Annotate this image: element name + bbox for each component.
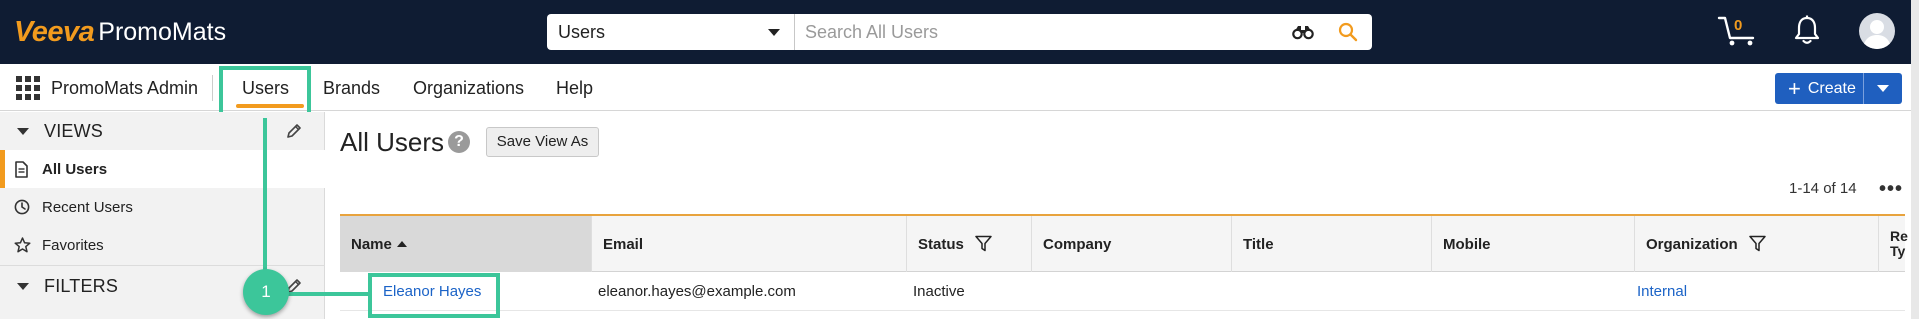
user-status: Inactive <box>913 283 965 300</box>
plus-icon: + <box>1788 75 1801 101</box>
column-header-name[interactable]: Name <box>340 216 592 272</box>
sidebar-item-all-users[interactable]: All Users <box>0 150 325 188</box>
table-row[interactable]: Eleanor Hayes eleanor.hayes@example.com … <box>340 273 1905 311</box>
sidebar-item-favorites[interactable]: Favorites <box>0 226 325 264</box>
save-view-as-button[interactable]: Save View As <box>486 127 599 157</box>
search-scope-value: Users <box>558 21 606 42</box>
sidebar-item-recent-users[interactable]: Recent Users <box>0 188 325 226</box>
column-header-label: Company <box>1043 235 1112 253</box>
filters-label: FILTERS <box>44 275 119 296</box>
user-email: eleanor.hayes@example.com <box>598 283 796 300</box>
column-header-title[interactable]: Title <box>1232 216 1432 272</box>
column-header-label: Re Ty <box>1890 228 1908 259</box>
create-dropdown-button[interactable] <box>1864 73 1902 104</box>
column-header-email[interactable]: Email <box>592 216 907 272</box>
chevron-down-icon <box>768 29 780 36</box>
global-search: Users <box>547 14 1372 50</box>
filter-icon[interactable] <box>975 235 992 256</box>
column-header-mobile[interactable]: Mobile <box>1432 216 1635 272</box>
clock-icon <box>14 199 30 220</box>
tab-brands[interactable]: Brands <box>323 78 380 99</box>
sidebar-divider <box>0 265 325 266</box>
binoculars-icon[interactable] <box>1292 23 1314 46</box>
views-label: VIEWS <box>44 120 104 141</box>
result-count: 1-14 of 14 <box>1789 180 1857 197</box>
chevron-down-icon <box>1877 85 1889 92</box>
annotation-step-badge: 1 <box>243 269 289 315</box>
annotation-connector-horizontal <box>285 292 368 296</box>
collapse-triangle-icon <box>17 283 29 290</box>
help-icon[interactable]: ? <box>448 131 470 153</box>
tab-help[interactable]: Help <box>556 78 593 99</box>
edit-views-pencil-icon[interactable] <box>286 123 302 144</box>
column-header-label: Mobile <box>1443 235 1491 253</box>
page-scrollbar[interactable] <box>1911 0 1919 319</box>
user-avatar[interactable] <box>1859 13 1895 49</box>
column-header-label: Title <box>1243 235 1274 253</box>
app-name[interactable]: PromoMats Admin <box>51 78 198 99</box>
column-header-status[interactable]: Status <box>907 216 1032 272</box>
table-header: Name Email Status Company Title Mobile O… <box>340 216 1908 272</box>
column-header-company[interactable]: Company <box>1032 216 1232 272</box>
column-header-label: Status <box>918 235 964 253</box>
search-icon[interactable] <box>1338 22 1358 47</box>
document-icon <box>14 161 29 183</box>
bell-icon[interactable] <box>1793 15 1821 50</box>
app-launcher-icon[interactable] <box>16 76 40 100</box>
filter-icon[interactable] <box>1748 235 1766 256</box>
logo-promomats: PromoMats <box>98 17 227 46</box>
top-bar: Veeva PromoMats Users Search All Users 0 <box>0 0 1919 64</box>
create-label: Create <box>1807 79 1856 97</box>
star-icon <box>14 237 31 258</box>
cart-count-badge: 0 <box>1734 17 1743 34</box>
column-header-organization[interactable]: Organization <box>1635 216 1879 272</box>
more-options-icon[interactable]: ••• <box>1879 178 1903 201</box>
create-main-button[interactable]: + Create <box>1775 73 1864 104</box>
sidebar-item-label: Recent Users <box>42 198 133 216</box>
tab-organizations[interactable]: Organizations <box>413 78 524 99</box>
sort-ascending-icon <box>396 241 407 247</box>
logo-veeva: Veeva <box>14 15 95 48</box>
veeva-promomats-logo[interactable]: Veeva PromoMats <box>14 16 226 48</box>
views-section-header[interactable]: VIEWS <box>0 112 325 150</box>
annotation-connector-vertical <box>263 118 267 273</box>
column-header-label: Email <box>603 235 644 253</box>
column-header-role-type[interactable]: Re Ty <box>1879 216 1908 272</box>
nav-divider <box>212 75 213 101</box>
column-header-label: Name <box>351 235 392 253</box>
column-header-label: Organization <box>1646 235 1738 253</box>
highlight-box-users-tab <box>219 66 311 118</box>
search-scope-select[interactable]: Users <box>547 14 795 50</box>
create-button[interactable]: + Create <box>1775 73 1902 104</box>
user-organization-link[interactable]: Internal <box>1637 283 1687 300</box>
sidebar-item-label: All Users <box>42 160 108 178</box>
search-input[interactable] <box>795 14 1372 50</box>
sidebar-item-label: Favorites <box>42 236 104 254</box>
page-title: All Users <box>340 127 445 157</box>
collapse-triangle-icon <box>17 128 29 135</box>
highlight-box-user-name <box>368 273 500 318</box>
